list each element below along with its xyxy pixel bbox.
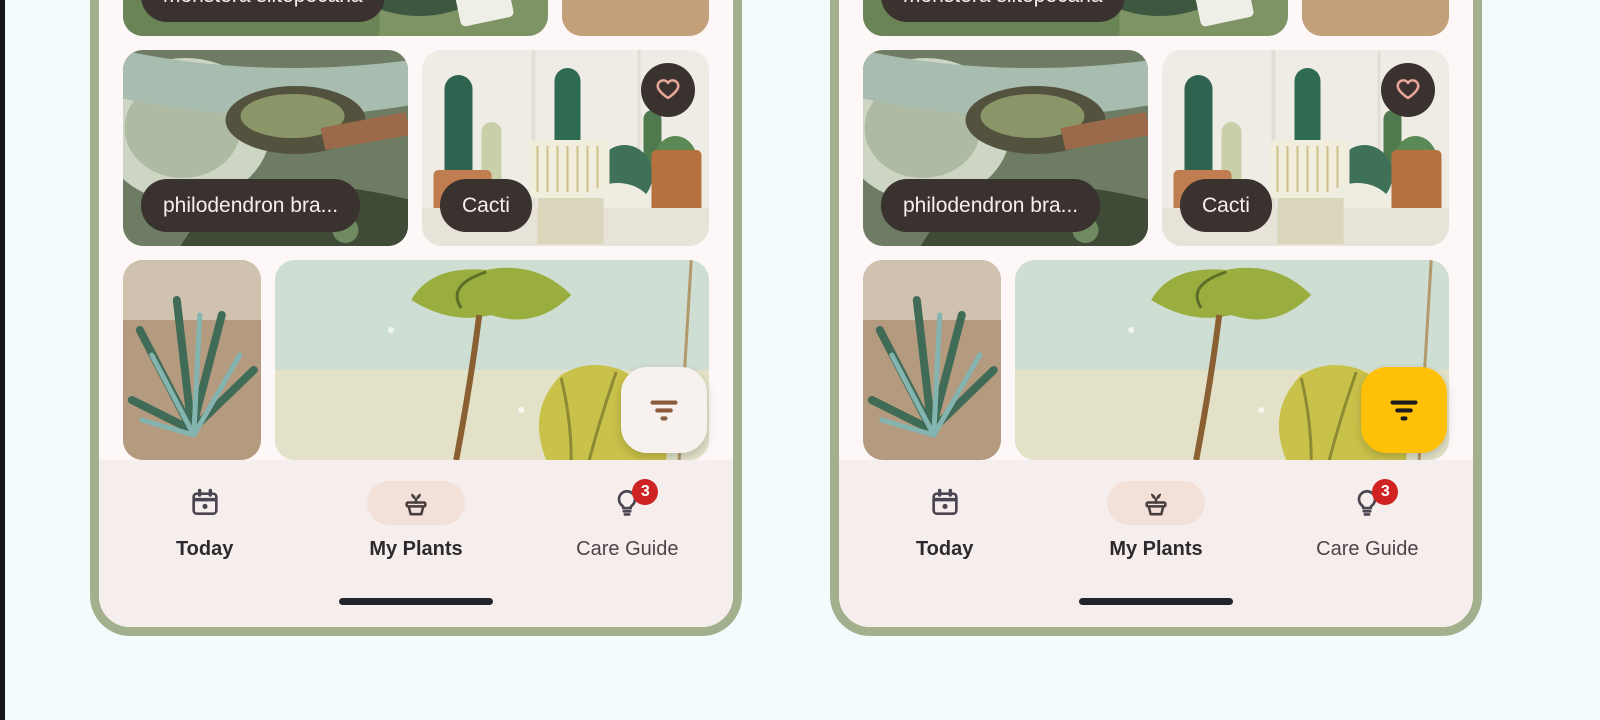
bottom-nav-items: Today My Plants 3 Care Guide bbox=[99, 460, 733, 575]
calendar-icon bbox=[931, 488, 958, 515]
plant-card-rhapis-palm[interactable] bbox=[1301, 0, 1449, 36]
home-indicator-area bbox=[839, 575, 1473, 627]
phone-mockup-left: monstera siltepecana bbox=[90, 0, 742, 636]
plant-photo bbox=[561, 0, 709, 36]
nav-label-care-guide: Care Guide bbox=[1316, 537, 1419, 560]
heart-icon bbox=[1396, 79, 1420, 100]
heart-icon bbox=[656, 79, 680, 100]
filter-icon bbox=[650, 400, 678, 421]
plant-card-blue-palm[interactable] bbox=[123, 260, 261, 460]
plant-card-label: monstera siltepecana bbox=[141, 0, 385, 22]
plant-card-label: philodendron bra... bbox=[881, 179, 1101, 232]
plant-card-label: Cacti bbox=[1180, 179, 1272, 232]
plant-grid-row: monstera siltepecana bbox=[123, 0, 709, 36]
potted-plant-icon bbox=[405, 493, 427, 515]
nav-label-my-plants: My Plants bbox=[369, 537, 463, 560]
nav-item-today[interactable]: Today bbox=[99, 481, 310, 561]
plant-photo bbox=[863, 260, 1001, 460]
filter-fab-button[interactable] bbox=[621, 367, 707, 453]
potted-plant-icon bbox=[1145, 493, 1167, 515]
home-indicator-area bbox=[99, 575, 733, 627]
nav-badge-care-guide: 3 bbox=[1372, 478, 1399, 505]
screenshot-canvas: monstera siltepecana bbox=[0, 0, 1600, 720]
plant-grid-row: monstera siltepecana bbox=[863, 0, 1449, 36]
bottom-nav-items: Today My Plants 3 Care Guide bbox=[839, 460, 1473, 575]
nav-label-care-guide: Care Guide bbox=[576, 537, 679, 560]
nav-item-care-guide[interactable]: 3 Care Guide bbox=[1262, 478, 1473, 561]
phone-mockup-right: monstera siltepecana bbox=[830, 0, 1482, 636]
nav-icon-wrap-active bbox=[1106, 480, 1205, 525]
plant-card-philodendron-brandtianum[interactable]: philodendron bra... bbox=[123, 50, 409, 246]
nav-label-today: Today bbox=[915, 537, 974, 560]
nav-item-my-plants[interactable]: My Plants bbox=[1050, 480, 1261, 561]
plant-photo bbox=[1301, 0, 1449, 36]
app-screen-left: monstera siltepecana bbox=[99, 0, 733, 627]
nav-label-my-plants: My Plants bbox=[1109, 537, 1203, 560]
nav-item-my-plants[interactable]: My Plants bbox=[310, 480, 521, 561]
bottom-navigation-bar: Today My Plants 3 Care Guide bbox=[99, 460, 733, 627]
plant-card-cacti[interactable]: Cacti bbox=[422, 50, 709, 246]
nav-icon-wrap: 3 bbox=[1318, 478, 1416, 525]
favorite-button[interactable] bbox=[1381, 63, 1435, 117]
plant-grid-row: philodendron bra... Cacti bbox=[123, 50, 709, 246]
plant-grid-row: philodendron bra... Cacti bbox=[863, 50, 1449, 246]
calendar-icon bbox=[191, 488, 218, 515]
nav-icon-wrap-active bbox=[366, 480, 465, 525]
app-screen-right: monstera siltepecana bbox=[839, 0, 1473, 627]
nav-item-today[interactable]: Today bbox=[839, 481, 1050, 561]
nav-item-care-guide[interactable]: 3 Care Guide bbox=[522, 478, 733, 561]
plant-card-label: philodendron bra... bbox=[141, 179, 361, 232]
nav-badge-care-guide: 3 bbox=[632, 478, 659, 505]
filter-icon bbox=[1390, 400, 1418, 421]
canvas-edge-strip bbox=[0, 0, 5, 720]
plant-photo bbox=[123, 260, 261, 460]
home-indicator[interactable] bbox=[339, 597, 493, 605]
plant-card-blue-palm[interactable] bbox=[863, 260, 1001, 460]
plant-card-label: Cacti bbox=[440, 179, 532, 232]
nav-icon-wrap: 3 bbox=[578, 478, 676, 525]
nav-icon-wrap bbox=[896, 481, 994, 525]
plant-card-monstera-siltepecana[interactable]: monstera siltepecana bbox=[123, 0, 548, 36]
favorite-button[interactable] bbox=[641, 63, 695, 117]
plant-card-rhapis-palm[interactable] bbox=[561, 0, 709, 36]
plant-card-cacti[interactable]: Cacti bbox=[1162, 50, 1449, 246]
nav-label-today: Today bbox=[175, 537, 234, 560]
home-indicator[interactable] bbox=[1079, 597, 1233, 605]
nav-icon-wrap bbox=[156, 481, 254, 525]
filter-fab-button[interactable] bbox=[1361, 367, 1447, 453]
bottom-navigation-bar: Today My Plants 3 Care Guide bbox=[839, 460, 1473, 627]
plant-card-monstera-siltepecana[interactable]: monstera siltepecana bbox=[863, 0, 1288, 36]
plant-card-philodendron-brandtianum[interactable]: philodendron bra... bbox=[863, 50, 1149, 246]
plant-card-label: monstera siltepecana bbox=[881, 0, 1125, 22]
